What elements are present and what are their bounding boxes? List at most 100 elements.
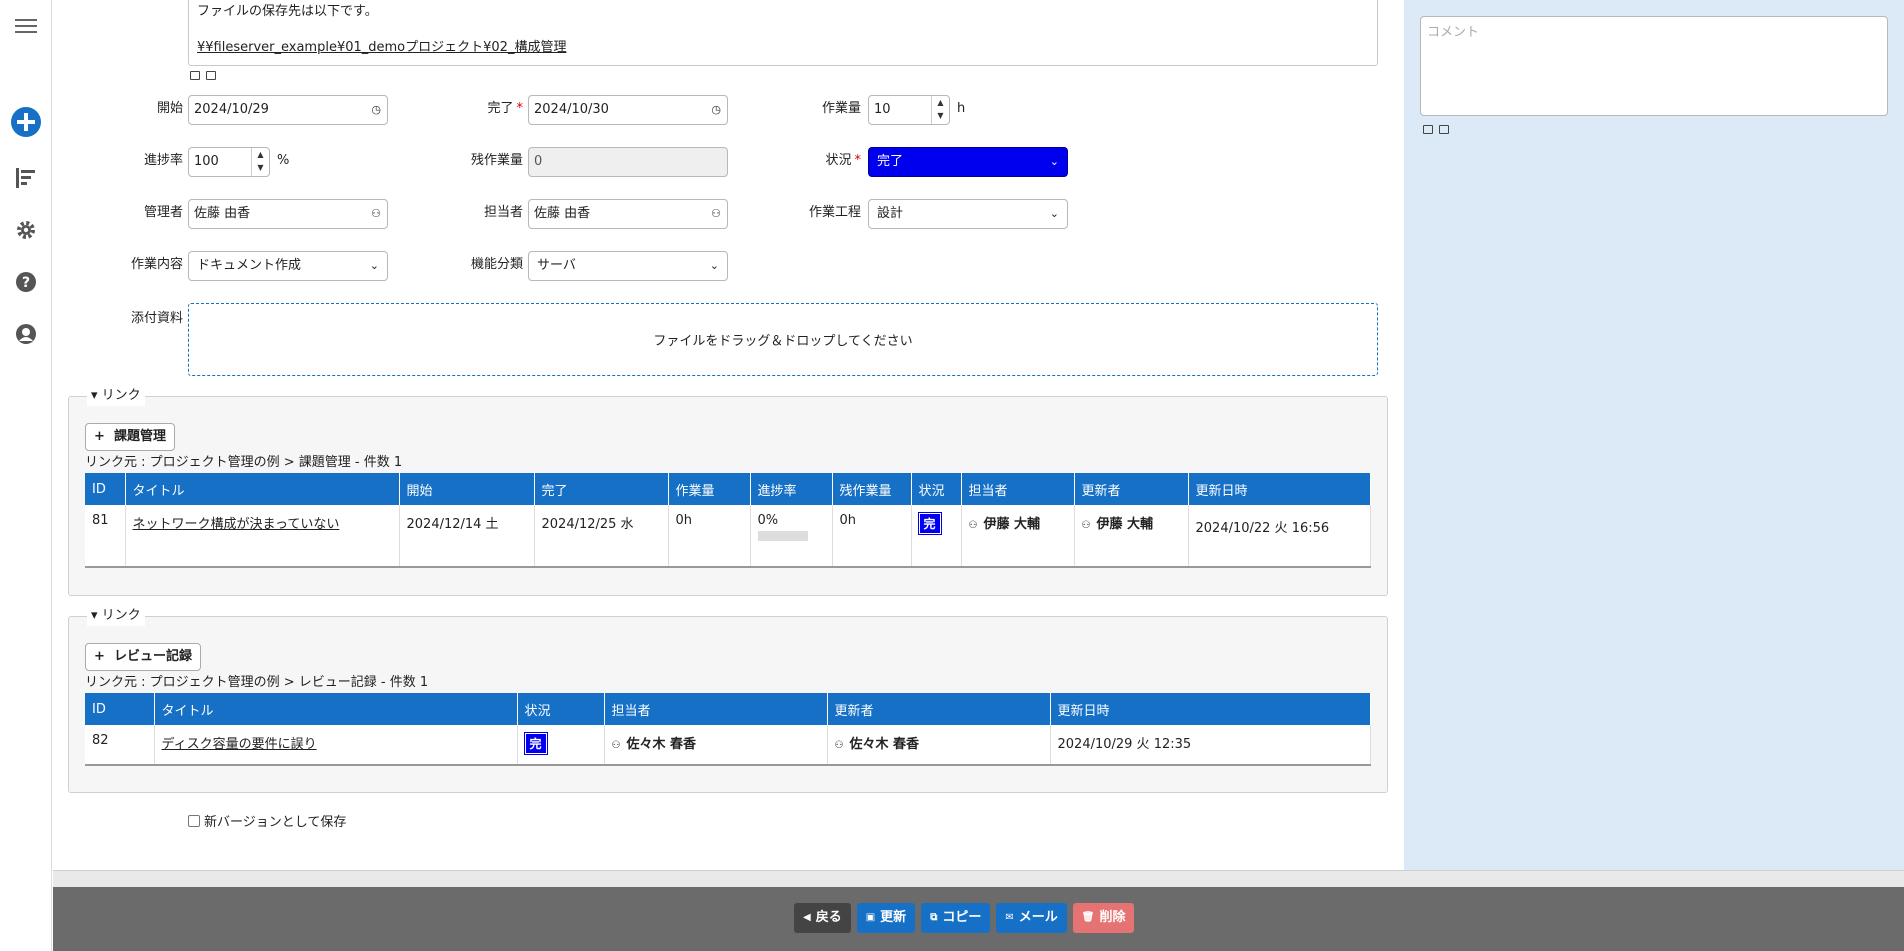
category-select[interactable]: サーバ ⌄ — [528, 251, 728, 281]
col-work[interactable]: 作業量 — [668, 473, 751, 505]
manager-field[interactable]: 佐藤 由香 ⚇ — [188, 199, 388, 229]
delete-button[interactable]: 🗑 削除 — [1072, 903, 1135, 933]
back-button[interactable]: ◀ 戻る — [794, 903, 851, 933]
col-id[interactable]: ID — [85, 473, 126, 505]
plus-circle-icon[interactable] — [10, 106, 42, 138]
link-legend[interactable]: ▾ リンク — [87, 606, 145, 626]
reviews-table: ID タイトル 状況 担当者 更新者 更新日時 82 ディスク容量の要件に誤り … — [85, 693, 1371, 766]
clock-icon: ◷ — [711, 103, 721, 116]
chevron-down-icon: ⌄ — [1049, 155, 1059, 168]
manager-label: 管理者 — [143, 205, 183, 220]
clock-icon: ◷ — [371, 103, 381, 116]
comment-toolbar — [1423, 125, 1449, 134]
copy-button[interactable]: ⧉ コピー — [921, 903, 991, 933]
col-progress[interactable]: 進捗率 — [750, 473, 833, 505]
user-icon[interactable] — [10, 318, 42, 350]
cell-title[interactable]: ネットワーク構成が決まっていない — [125, 505, 400, 568]
process-label: 作業工程 — [808, 205, 861, 220]
col-complete[interactable]: 完了 — [534, 473, 669, 505]
person-icon: ⚇ — [834, 740, 844, 751]
menu-icon[interactable] — [10, 10, 42, 42]
content-label: 作業内容 — [130, 257, 183, 272]
person-icon[interactable]: ⚇ — [711, 200, 721, 228]
image-icon[interactable] — [1423, 125, 1433, 134]
assignee-field[interactable]: 佐藤 由香 ⚇ — [528, 199, 728, 229]
new-version-option[interactable]: 新バージョンとして保存 — [188, 811, 346, 830]
col-id[interactable]: ID — [85, 693, 155, 725]
status-label: 状況 * — [825, 153, 861, 168]
cell-status: 完 — [911, 505, 962, 568]
progress-stepper[interactable]: 100 ▲ ▼ — [188, 147, 270, 177]
gantt-icon[interactable] — [10, 162, 42, 194]
person-icon[interactable]: ⚇ — [371, 200, 381, 228]
new-version-checkbox[interactable] — [188, 814, 200, 827]
add-review-link-button[interactable]: + レビュー記録 — [85, 643, 201, 671]
progress-bar — [757, 531, 808, 541]
progress-label: 進捗率 — [143, 153, 183, 168]
content-select[interactable]: ドキュメント作成 ⌄ — [188, 251, 388, 281]
link-legend[interactable]: ▾ リンク — [87, 386, 145, 406]
footer-bar: ◀ 戻る ▣ 更新 ⧉ コピー ✉ メール 🗑 削除 — [53, 887, 1904, 951]
spin-arrows-icon[interactable]: ▲ ▼ — [251, 148, 269, 176]
back-icon: ◀ — [803, 912, 811, 923]
add-issue-link-button[interactable]: + 課題管理 — [85, 423, 175, 451]
col-start[interactable]: 開始 — [399, 473, 535, 505]
trash-icon: 🗑 — [1081, 912, 1095, 923]
mail-icon: ✉ — [1005, 912, 1014, 923]
attachment-icon[interactable] — [1439, 125, 1449, 134]
col-updater[interactable]: 更新者 — [827, 693, 1051, 725]
col-status[interactable]: 状況 — [911, 473, 962, 505]
col-updated[interactable]: 更新日時 — [1188, 473, 1371, 505]
description-text: ファイルの保存先は以下です。 — [197, 4, 378, 19]
col-status[interactable]: 状況 — [517, 693, 605, 725]
issues-table: ID タイトル 開始 完了 作業量 進捗率 残作業量 状況 担当者 更新者 更新… — [85, 473, 1371, 568]
cell-start: 2024/12/14 土 — [399, 505, 535, 568]
description-box[interactable]: ファイルの保存先は以下です。 ¥¥fileserver_example¥01_d… — [188, 0, 1378, 66]
mail-button[interactable]: ✉ メール — [996, 903, 1067, 933]
comment-panel — [1404, 0, 1904, 870]
link-section-reviews: ▾ リンク + レビュー記録 リンク元 : プロジェクト管理の例 > レビュー記… — [68, 606, 1388, 793]
process-select[interactable]: 設計 ⌄ — [868, 199, 1068, 229]
attachment-icon[interactable] — [206, 71, 216, 80]
col-remaining[interactable]: 残作業量 — [832, 473, 912, 505]
col-updater[interactable]: 更新者 — [1074, 473, 1189, 505]
col-title[interactable]: タイトル — [125, 473, 400, 505]
svg-text:?: ? — [22, 275, 30, 291]
separator — [53, 870, 1904, 887]
work-stepper[interactable]: 10 ▲ ▼ — [868, 95, 950, 125]
complete-field[interactable]: 2024/10/30 ◷ — [528, 95, 728, 125]
status-badge: 完 — [523, 732, 548, 755]
file-dropzone[interactable]: ファイルをドラッグ＆ドロップしてください — [188, 303, 1378, 376]
col-assignee[interactable]: 担当者 — [604, 693, 828, 725]
col-title[interactable]: タイトル — [154, 693, 518, 725]
status-select[interactable]: 完了 ⌄ — [868, 147, 1068, 177]
col-assignee[interactable]: 担当者 — [961, 473, 1075, 505]
person-icon: ⚇ — [968, 520, 978, 531]
cell-updated: 2024/10/22 火 16:56 — [1188, 505, 1371, 568]
chevron-down-icon: ⌄ — [369, 259, 379, 272]
description-link[interactable]: ¥¥fileserver_example¥01_demoプロジェクト¥02_構成… — [197, 39, 1369, 57]
update-button[interactable]: ▣ 更新 — [856, 903, 916, 933]
gear-icon[interactable] — [10, 214, 42, 246]
col-updated[interactable]: 更新日時 — [1050, 693, 1371, 725]
cell-title[interactable]: ディスク容量の要件に誤り — [154, 725, 518, 766]
spin-arrows-icon[interactable]: ▲ ▼ — [931, 96, 949, 124]
help-icon[interactable]: ? — [10, 266, 42, 298]
description-toolbar — [190, 71, 216, 80]
image-icon[interactable] — [190, 71, 200, 80]
comment-input[interactable]: コメント — [1420, 16, 1888, 116]
remaining-label: 残作業量 — [470, 153, 523, 168]
cell-remaining: 0h — [832, 505, 912, 568]
person-icon: ⚇ — [611, 740, 621, 751]
category-label: 機能分類 — [470, 257, 523, 272]
status-badge: 完 — [917, 512, 942, 535]
progress-unit: % — [277, 153, 290, 168]
attach-label: 添付資料 — [130, 311, 183, 326]
start-field[interactable]: 2024/10/29 ◷ — [188, 95, 388, 125]
link-source: リンク元 : プロジェクト管理の例 > レビュー記録 - 件数 1 — [85, 675, 429, 690]
cell-updater: ⚇ 佐々木 春香 — [827, 725, 1051, 766]
link-source: リンク元 : プロジェクト管理の例 > 課題管理 - 件数 1 — [85, 455, 403, 470]
table-row[interactable]: 82 ディスク容量の要件に誤り 完 ⚇ 佐々木 春香 ⚇ 佐々木 春香 2024/1… — [85, 725, 1371, 766]
table-row[interactable]: 81 ネットワーク構成が決まっていない 2024/12/14 土 2024/12… — [85, 505, 1371, 568]
cell-status: 完 — [517, 725, 605, 766]
